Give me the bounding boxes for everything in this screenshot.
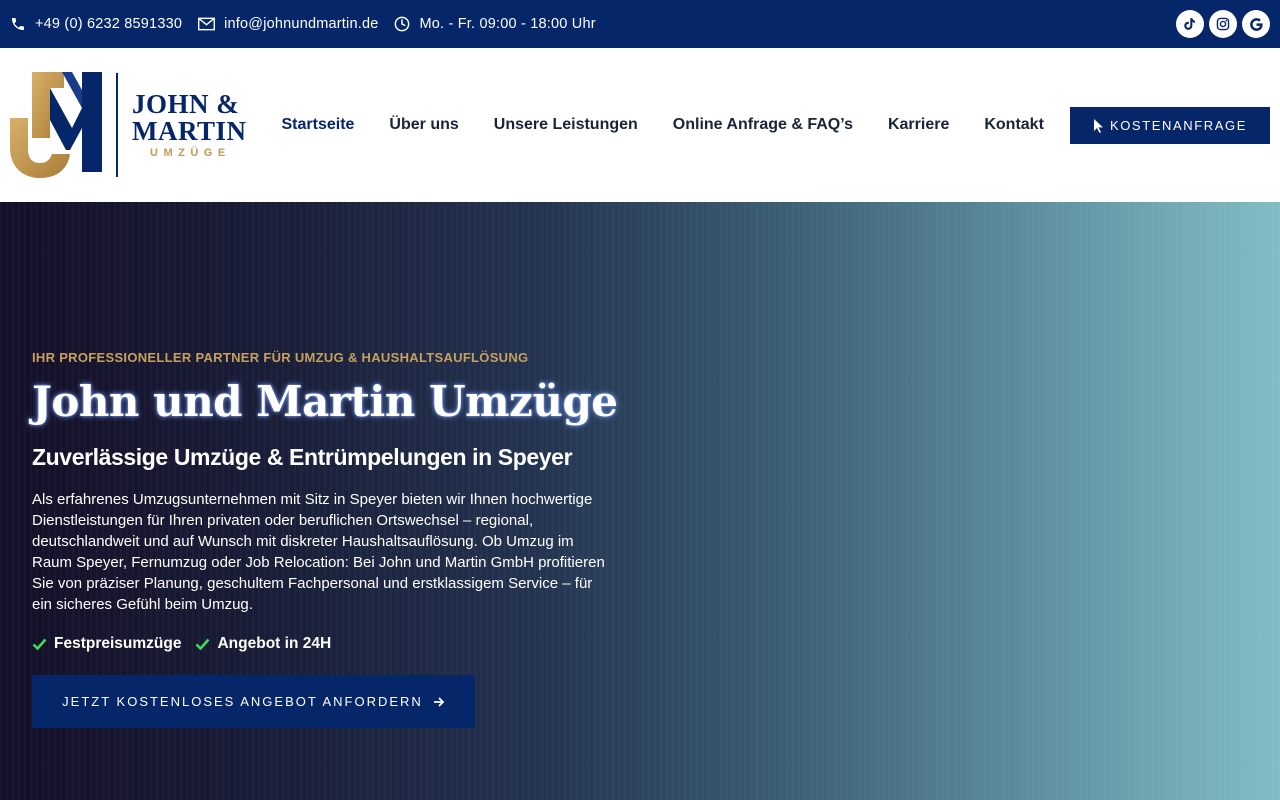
hero-eyebrow: IHR PROFESSIONELLER PARTNER FÜR UMZUG & … (32, 350, 529, 365)
hero-benefits: Festpreisumzüge Angebot in 24H (32, 635, 612, 653)
logo-monogram-icon (10, 72, 102, 178)
nav-item-kontakt[interactable]: Kontakt (984, 116, 1044, 134)
logo-wordmark: JOHN & MARTIN UMZÜGE (132, 91, 247, 159)
logo-divider (116, 73, 118, 177)
site-header: JOHN & MARTIN UMZÜGE Startseite Über uns… (0, 48, 1280, 202)
request-offer-button[interactable]: JETZT KOSTENLOSES ANGEBOT ANFORDERN (32, 675, 475, 728)
benefit-item: Angebot in 24H (195, 635, 331, 653)
nav-item-startseite[interactable]: Startseite (282, 116, 355, 134)
logo-text-john: JOHN & (132, 89, 240, 119)
kostenanfrage-label: KOSTENANFRAGE (1109, 118, 1248, 133)
envelope-icon (198, 17, 216, 31)
hero-title: John und Martin Umzüge (32, 377, 618, 426)
company-logo[interactable]: JOHN & MARTIN UMZÜGE (10, 72, 250, 178)
clock-icon (395, 16, 410, 32)
instagram-icon (1216, 17, 1230, 31)
arrow-right-icon (433, 696, 445, 707)
opening-hours: Mo. - Fr. 09:00 - 18:00 Uhr (394, 16, 596, 32)
tiktok-link[interactable] (1176, 10, 1204, 38)
phone-icon (12, 18, 24, 30)
hours-text: Mo. - Fr. 09:00 - 18:00 Uhr (419, 16, 596, 32)
benefit-item: Festpreisumzüge (32, 635, 181, 653)
logo-text-umzuege: UMZÜGE (150, 147, 231, 159)
main-navigation: Startseite Über uns Unsere Leistungen On… (264, 48, 1061, 202)
checkmark-icon (196, 638, 210, 650)
hero-content: IHR PROFESSIONELLER PARTNER FÜR UMZUG & … (32, 350, 618, 728)
hero-section: IHR PROFESSIONELLER PARTNER FÜR UMZUG & … (0, 202, 1280, 800)
nav-item-online-anfrage-faq[interactable]: Online Anfrage & FAQ’s (673, 116, 853, 134)
google-icon (1249, 17, 1263, 31)
social-links (1176, 10, 1270, 38)
benefit-label: Festpreisumzüge (54, 635, 182, 652)
nav-item-ueber-uns[interactable]: Über uns (389, 116, 458, 134)
hero-subtitle: Zuverlässige Umzüge & Entrümpelungen in … (32, 444, 573, 470)
nav-item-leistungen[interactable]: Unsere Leistungen (494, 116, 638, 134)
nav-item-karriere[interactable]: Karriere (888, 116, 949, 134)
phone-contact[interactable]: +49 (0) 6232 8591330 (10, 16, 182, 32)
email-address: info@johnundmartin.de (224, 16, 379, 32)
top-contact-bar: +49 (0) 6232 8591330 info@johnundmartin.… (0, 0, 1280, 48)
email-contact[interactable]: info@johnundmartin.de (198, 16, 378, 32)
google-link[interactable] (1242, 10, 1270, 38)
logo-text-martin: MARTIN (132, 116, 247, 146)
phone-number: +49 (0) 6232 8591330 (35, 16, 183, 32)
tiktok-icon (1184, 18, 1196, 30)
request-offer-label: JETZT KOSTENLOSES ANGEBOT ANFORDERN (62, 694, 423, 709)
benefit-label: Angebot in 24H (217, 635, 332, 652)
cursor-pointer-icon (1093, 118, 1103, 133)
checkmark-icon (32, 638, 47, 650)
hero-description: Als erfahrenes Umzugsunternehmen mit Sit… (32, 491, 605, 613)
kostenanfrage-button[interactable]: KOSTENANFRAGE (1070, 107, 1270, 144)
instagram-link[interactable] (1209, 10, 1237, 38)
